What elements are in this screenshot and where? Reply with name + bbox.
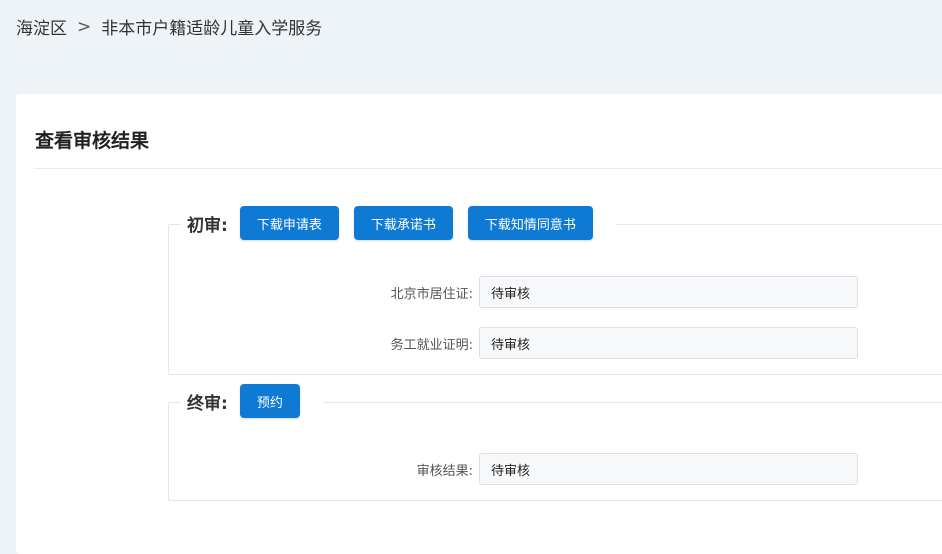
review-result-label: 审核结果:	[416, 463, 473, 479]
review-result-status: 待审核	[479, 453, 858, 485]
review-result-card: 查看审核结果 初审: 下载申请表 下载承诺书 下载知情同意书 北京市居住证: 待…	[16, 94, 942, 554]
download-application-button[interactable]: 下载申请表	[239, 206, 339, 240]
breadcrumb: 海淀区 > 非本市户籍适龄儿童入学服务	[16, 14, 323, 40]
download-consent-button[interactable]: 下载知情同意书	[467, 206, 593, 240]
breadcrumb-service: 非本市户籍适龄儿童入学服务	[101, 19, 323, 39]
download-commitment-button[interactable]: 下载承诺书	[353, 206, 453, 240]
final-review-header: 终审: 预约	[181, 384, 323, 418]
final-review-label: 终审:	[187, 393, 228, 414]
breadcrumb-separator: >	[77, 16, 92, 37]
employment-proof-status: 待审核	[479, 327, 858, 359]
residence-permit-row: 北京市居住证: 待审核	[169, 276, 942, 308]
residence-permit-label: 北京市居住证:	[390, 286, 473, 302]
appointment-button[interactable]: 预约	[239, 384, 300, 418]
title-divider	[35, 168, 942, 169]
residence-permit-status: 待审核	[479, 276, 858, 308]
page-title: 查看审核结果	[35, 130, 150, 152]
final-review-section: 终审: 预约 审核结果: 待审核	[168, 384, 942, 501]
employment-proof-row: 务工就业证明: 待审核	[169, 327, 942, 359]
initial-review-header: 初审: 下载申请表 下载承诺书 下载知情同意书	[181, 206, 616, 240]
breadcrumb-district[interactable]: 海淀区	[16, 14, 67, 39]
initial-review-label: 初审:	[187, 215, 228, 236]
review-result-row: 审核结果: 待审核	[169, 453, 942, 485]
initial-review-section: 初审: 下载申请表 下载承诺书 下载知情同意书 北京市居住证: 待审核 务工就业…	[168, 206, 942, 375]
employment-proof-label: 务工就业证明:	[390, 337, 473, 353]
